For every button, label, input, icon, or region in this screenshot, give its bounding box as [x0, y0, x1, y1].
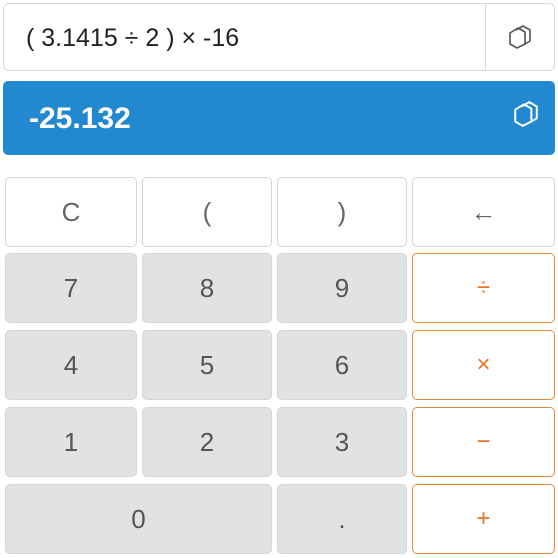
- copy-icon: [514, 101, 538, 127]
- minus-button[interactable]: −: [412, 407, 555, 477]
- close-paren-button[interactable]: ): [277, 177, 407, 247]
- expression-display[interactable]: ( 3.1415 ÷ 2 ) × -16: [3, 3, 555, 71]
- plus-button[interactable]: +: [412, 484, 555, 554]
- digit-9-button[interactable]: 9: [277, 253, 407, 323]
- digit-6-button[interactable]: 6: [277, 330, 407, 400]
- clear-button[interactable]: C: [5, 177, 137, 247]
- result-display: -25.132: [3, 81, 555, 155]
- decimal-button[interactable]: .: [277, 484, 407, 554]
- expression-text: ( 3.1415 ÷ 2 ) × -16: [26, 24, 240, 52]
- open-paren-button[interactable]: (: [142, 177, 272, 247]
- digit-3-button[interactable]: 3: [277, 407, 407, 477]
- copy-expression-button[interactable]: [485, 4, 554, 70]
- digit-1-button[interactable]: 1: [5, 407, 137, 477]
- backspace-button[interactable]: ←: [412, 177, 555, 247]
- digit-7-button[interactable]: 7: [5, 253, 137, 323]
- copy-icon: [509, 25, 531, 49]
- multiply-button[interactable]: ×: [412, 330, 555, 400]
- digit-5-button[interactable]: 5: [142, 330, 272, 400]
- copy-result-button[interactable]: [511, 99, 541, 129]
- digit-0-button[interactable]: 0: [5, 484, 272, 554]
- divide-button[interactable]: ÷: [412, 253, 555, 323]
- digit-2-button[interactable]: 2: [142, 407, 272, 477]
- result-value: -25.132: [29, 102, 131, 135]
- digit-4-button[interactable]: 4: [5, 330, 137, 400]
- digit-8-button[interactable]: 8: [142, 253, 272, 323]
